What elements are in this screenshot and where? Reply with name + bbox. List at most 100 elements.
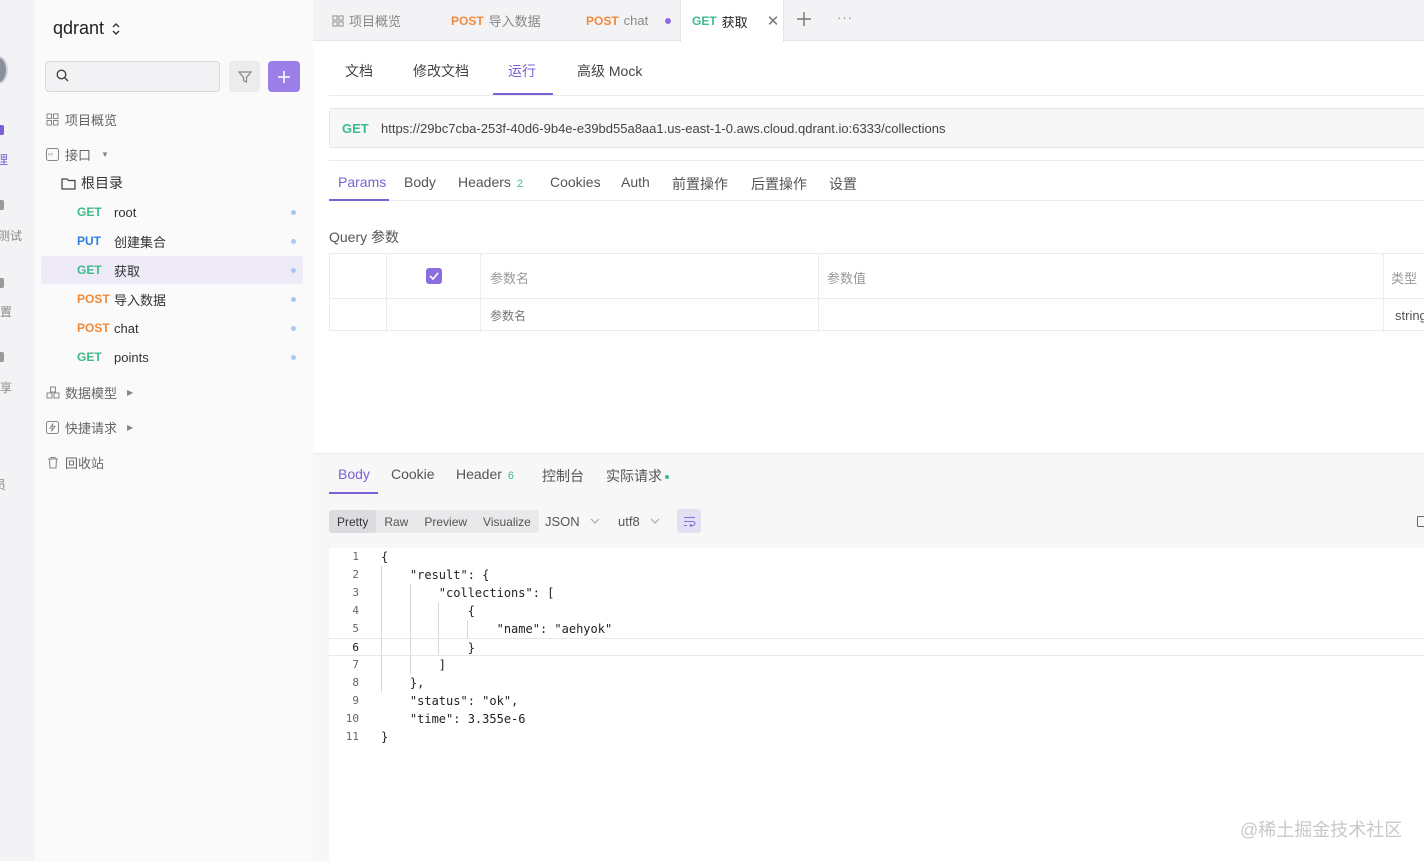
more-icon[interactable]: ···: [837, 10, 853, 25]
nav-overview[interactable]: 项目概览: [45, 108, 117, 130]
subtab-run[interactable]: 运行: [508, 61, 536, 81]
rail-item-test[interactable]: 测试: [0, 227, 22, 244]
format-select[interactable]: JSON: [545, 514, 600, 529]
nav-recycle-bin[interactable]: 回收站: [45, 451, 104, 473]
new-tab-button[interactable]: [796, 8, 812, 32]
req-tab-label: Auth: [621, 174, 650, 190]
code-line: 4 {: [329, 602, 1424, 620]
tab-chat[interactable]: POST chat: [586, 0, 672, 41]
nav-interfaces-label: 接口: [65, 147, 92, 163]
avatar[interactable]: [0, 56, 8, 84]
add-button[interactable]: [268, 61, 300, 92]
search-input[interactable]: [76, 66, 211, 87]
line-number: 11: [345, 730, 359, 743]
api-item-get[interactable]: GET 获取: [41, 256, 303, 284]
code-text: "status": "ok",: [381, 694, 519, 708]
view-mode-visualize[interactable]: Visualize: [475, 510, 539, 533]
rail-item-settings[interactable]: 设置: [0, 303, 12, 320]
nav-data-models[interactable]: 数据模型 ▶: [45, 381, 133, 403]
req-tab-label: Body: [404, 174, 436, 190]
request-tabs: Params Body Headers 2 Cookies Auth 前置操作 后…: [329, 160, 1424, 201]
tab-method: POST: [451, 13, 484, 28]
resp-tab-label: 控制台: [542, 468, 584, 484]
req-tab-label: 后置操作: [751, 176, 807, 192]
grid-icon: [45, 112, 60, 127]
encoding-select[interactable]: utf8: [618, 514, 660, 529]
rail-item-manage[interactable]: 理: [0, 151, 8, 168]
resp-tab-label: 实际请求: [606, 468, 662, 484]
req-tab-params[interactable]: Params: [338, 174, 386, 190]
chevron-updown-icon: [112, 22, 120, 35]
code-line: 10 "time": 3.355e-6: [329, 710, 1424, 728]
active-indicator: [329, 199, 389, 201]
filter-button[interactable]: [229, 61, 260, 92]
view-mode-pretty[interactable]: Pretty: [329, 510, 377, 533]
nav-quick-requests[interactable]: 快捷请求 ▶: [45, 416, 133, 438]
rail-item-members[interactable]: 员: [0, 476, 6, 493]
subtab-edit-docs[interactable]: 修改文档: [413, 61, 469, 81]
tab-overview[interactable]: 项目概览: [332, 0, 401, 41]
req-tab-post-ops[interactable]: 后置操作: [751, 174, 807, 194]
resp-tab-cookie[interactable]: Cookie: [391, 466, 435, 482]
req-tab-auth[interactable]: Auth: [621, 174, 650, 190]
req-tab-settings[interactable]: 设置: [829, 174, 857, 194]
folder-icon: [61, 177, 76, 190]
nav-data-models-label: 数据模型: [65, 385, 118, 401]
request-method[interactable]: GET: [342, 121, 369, 136]
rail-item-share[interactable]: 分享: [0, 379, 12, 396]
line-number: 7: [352, 658, 359, 671]
tab-import-data[interactable]: POST 导入数据: [451, 0, 541, 41]
resp-tab-actual-request[interactable]: 实际请求: [606, 466, 669, 486]
code-text: "result": {: [381, 568, 490, 582]
api-item-points[interactable]: GET points: [41, 343, 303, 371]
view-mode-raw[interactable]: Raw: [376, 510, 416, 533]
status-dot: [291, 267, 296, 273]
trash-icon: [45, 455, 60, 470]
code-line: 7 ]: [329, 656, 1424, 674]
code-line: 5 "name": "aehyok": [329, 620, 1424, 638]
main-panel: 项目概览 POST 导入数据 POST chat GET 获取 ✕ ··· 文档…: [313, 0, 1424, 862]
resp-tab-console[interactable]: 控制台: [542, 466, 584, 486]
request-url[interactable]: https://29bc7cba-253f-40d6-9b4e-e39bd55a…: [381, 121, 945, 136]
close-icon[interactable]: ✕: [767, 12, 780, 30]
api-method: PUT: [77, 234, 101, 248]
api-name: 导入数据: [114, 292, 167, 308]
tab-method: POST: [586, 13, 619, 28]
subtab-mock[interactable]: 高级 Mock: [577, 61, 642, 81]
req-tab-headers[interactable]: Headers 2: [458, 174, 523, 190]
api-item-chat[interactable]: POST chat: [41, 314, 303, 342]
format-value: JSON: [545, 514, 580, 529]
view-mode-preview[interactable]: Preview: [416, 510, 475, 533]
tab-get[interactable]: GET 获取 ✕: [680, 0, 784, 42]
status-dot: [291, 354, 296, 360]
nav-interfaces[interactable]: ᴬᴾ 接口 ▼: [45, 143, 109, 165]
param-name-input[interactable]: [490, 309, 790, 323]
code-text: }: [381, 730, 389, 744]
folder-root[interactable]: 根目录: [61, 173, 123, 193]
code-line: 9 "status": "ok",: [329, 692, 1424, 710]
api-item-create-collection[interactable]: PUT 创建集合: [41, 227, 303, 255]
req-tab-cookies[interactable]: Cookies: [550, 174, 601, 190]
search-field[interactable]: [45, 61, 220, 92]
req-tab-label: Params: [338, 174, 387, 190]
req-tab-pre-ops[interactable]: 前置操作: [672, 174, 728, 194]
divider: [1383, 254, 1384, 332]
api-item-root[interactable]: GET root: [41, 198, 303, 226]
code-text: "time": 3.355e-6: [381, 712, 526, 726]
select-all-checkbox[interactable]: [426, 268, 442, 284]
filter-icon: [237, 70, 252, 83]
api-method: GET: [77, 350, 102, 364]
project-switcher[interactable]: qdrant: [53, 18, 120, 39]
resp-tab-body[interactable]: Body: [338, 466, 370, 482]
word-wrap-button[interactable]: [677, 509, 701, 533]
response-code-editor[interactable]: 1{ 2 "result": { 3 "collections": [ 4 { …: [329, 548, 1424, 862]
subtab-docs[interactable]: 文档: [345, 61, 373, 81]
url-bar[interactable]: GET https://29bc7cba-253f-40d6-9b4e-e39b…: [329, 108, 1424, 148]
req-tab-label: Cookies: [550, 174, 601, 190]
req-tab-body[interactable]: Body: [404, 174, 436, 190]
copy-icon[interactable]: [1417, 516, 1424, 527]
param-type-select[interactable]: string: [1395, 308, 1424, 323]
resp-tab-header[interactable]: Header 6: [456, 466, 514, 482]
tab-label: chat: [623, 13, 649, 28]
api-item-import-data[interactable]: POST 导入数据: [41, 285, 303, 313]
